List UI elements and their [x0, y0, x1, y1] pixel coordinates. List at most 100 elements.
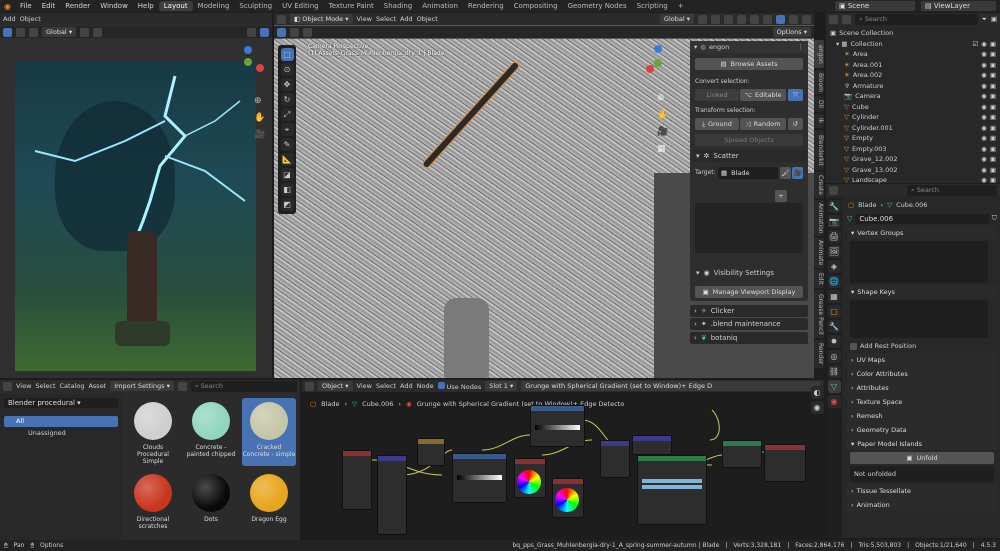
target-pick-icon[interactable]: 🖌: [780, 167, 791, 179]
shading-solid-icon[interactable]: [247, 27, 256, 37]
main-zoom-icon[interactable]: ⊕: [657, 93, 665, 103]
tab-edit[interactable]: Edit: [814, 270, 824, 288]
asset-tile[interactable]: Cracked Concrete - simple: [242, 398, 296, 466]
tool-props-icon[interactable]: 🔧: [827, 200, 841, 213]
node-gradient[interactable]: [417, 438, 445, 466]
asset-tile[interactable]: Clouds Procedural Simple: [126, 398, 180, 466]
properties-search[interactable]: ⌕ Search: [907, 184, 997, 196]
main-orientation-dropdown[interactable]: Global ▾: [659, 14, 694, 24]
blend-maintenance-header[interactable]: › ✦ .blend maintenance: [690, 318, 808, 330]
gizmo-toggle-icon[interactable]: [737, 14, 746, 24]
collection-check-icon[interactable]: ☑: [972, 40, 978, 48]
outliner-row[interactable]: ☀ Area.002 ◉ ▣: [826, 70, 1000, 81]
outliner-render-icon[interactable]: ▣: [990, 124, 996, 132]
outliner-eye-icon[interactable]: ◉: [981, 155, 987, 163]
asset-editor-icon[interactable]: [3, 381, 12, 391]
tab-scripting[interactable]: Scripting: [632, 1, 673, 11]
animation-section[interactable]: › Animation: [847, 498, 997, 511]
outliner-row[interactable]: ▽ Grave_13.002 ◉ ▣: [826, 165, 1000, 176]
add-workspace-button[interactable]: +: [673, 1, 689, 11]
main-gizmo-y-icon[interactable]: [654, 59, 662, 67]
asset-tile[interactable]: Dragon Egg: [242, 470, 296, 538]
main-snap-icon[interactable]: [698, 14, 707, 24]
botaniq-header[interactable]: › ❦ botaniq: [690, 332, 808, 344]
target-field[interactable]: ▦ Blade: [718, 167, 778, 179]
select-mode-icon[interactable]: [16, 27, 25, 37]
outliner-render-icon[interactable]: ▣: [990, 103, 996, 111]
extra-tool-icon[interactable]: ◧: [280, 183, 294, 196]
mode-dropdown[interactable]: ◧ Object Mode ▾: [290, 14, 353, 24]
tab-render-n[interactable]: Render: [814, 340, 824, 368]
vertex-groups-list[interactable]: [850, 241, 988, 283]
outliner-editor-icon[interactable]: [829, 14, 838, 24]
scene-collection-row[interactable]: ▣ Scene Collection: [826, 28, 1000, 39]
left-nav-gizmo[interactable]: [236, 46, 266, 86]
physics-props-icon[interactable]: ◎: [827, 350, 841, 363]
rest-position-checkbox[interactable]: [850, 342, 857, 350]
main-select-icon[interactable]: [277, 27, 286, 37]
browse-assets-button[interactable]: ▤ Browse Assets: [695, 58, 803, 70]
gizmo-x-icon[interactable]: [256, 64, 264, 72]
add-rest-position-row[interactable]: Add Rest Position: [844, 340, 1000, 352]
add-cube-tool-icon[interactable]: ◪: [280, 168, 294, 181]
outliner-eye-icon[interactable]: ◉: [981, 50, 987, 58]
outliner-eye-icon[interactable]: ◉: [981, 103, 987, 111]
outliner-eye-icon[interactable]: ◉: [981, 113, 987, 121]
scale-tool-icon[interactable]: ⤢: [280, 108, 294, 121]
tab-rendering[interactable]: Rendering: [463, 1, 509, 11]
main-select3-icon[interactable]: [303, 27, 312, 37]
main-menu-object[interactable]: Object: [417, 15, 438, 23]
asset-tile[interactable]: Directional scratches: [126, 470, 180, 538]
visibility-header[interactable]: ▾ ◉ Visibility Settings: [692, 267, 806, 279]
scatter-header[interactable]: ▾ ✲ Scatter: [692, 150, 806, 162]
snap-icon[interactable]: [80, 27, 90, 37]
left-object-menu[interactable]: Object: [20, 15, 41, 23]
collection-cam-icon[interactable]: ▣: [990, 40, 996, 48]
tab-animate[interactable]: Animate: [814, 238, 824, 268]
move-tool-icon[interactable]: ✥: [280, 78, 294, 91]
select-mode2-icon[interactable]: [29, 27, 38, 37]
spread-objects-button[interactable]: Spread Objects: [695, 134, 803, 146]
convert-toggle-icon[interactable]: ⤧: [788, 89, 803, 101]
main-proportional-icon[interactable]: [711, 14, 720, 24]
main-menu-select[interactable]: Select: [376, 15, 396, 23]
outliner-render-icon[interactable]: ▣: [990, 155, 996, 163]
outliner-row[interactable]: ▽ Cylinder.001 ◉ ▣: [826, 123, 1000, 134]
xray-icon[interactable]: [763, 14, 772, 24]
reset-transform-icon[interactable]: ↺: [788, 118, 803, 130]
asset-menu-catalog[interactable]: Catalog: [60, 382, 85, 390]
outliner-row[interactable]: ▽ Cylinder ◉ ▣: [826, 112, 1000, 123]
outliner-render-icon[interactable]: ▣: [990, 113, 996, 121]
scatter-list[interactable]: [695, 203, 803, 253]
main-menu-add[interactable]: Add: [400, 15, 413, 23]
color-attributes-section[interactable]: › Color Attributes: [847, 367, 997, 380]
menu-edit[interactable]: Edit: [37, 2, 61, 10]
outliner-row[interactable]: ▽ Empty ◉ ▣: [826, 133, 1000, 144]
engon-header[interactable]: ▾ ◍ engon ⋮: [690, 41, 808, 53]
rotate-tool-icon[interactable]: ↻: [280, 93, 294, 106]
outliner-render-icon[interactable]: ▣: [990, 71, 996, 79]
shading-solid-main-icon[interactable]: [776, 14, 785, 24]
viewlayer-selector[interactable]: ▤ ViewLayer: [921, 1, 996, 11]
tab-modeling[interactable]: Modeling: [193, 1, 235, 11]
shading-rendered-main-icon[interactable]: [802, 14, 811, 24]
tab-ik[interactable]: Ik: [814, 114, 824, 128]
linked-button[interactable]: Linked: [695, 89, 739, 101]
extra-tool2-icon[interactable]: ◩: [280, 198, 294, 211]
collection-props-icon[interactable]: ▦: [827, 290, 841, 303]
target-camera-icon[interactable]: 🎥: [792, 167, 803, 179]
geometry-data-section[interactable]: › Geometry Data: [847, 423, 997, 436]
main-camera-icon[interactable]: 🎥: [657, 127, 668, 137]
outliner-render-icon[interactable]: ▣: [990, 61, 996, 69]
main-nav-gizmo[interactable]: [646, 45, 676, 85]
collection-row[interactable]: ▾ ▦ Collection ☑ ◉ ▣: [826, 39, 1000, 50]
engon-menu-icon[interactable]: ⋮: [798, 43, 809, 51]
asset-menu-asset[interactable]: Asset: [88, 382, 106, 390]
node-mapping[interactable]: [377, 455, 407, 535]
outliner-row[interactable]: ♆ Armature ◉ ▣: [826, 81, 1000, 92]
tab-bloom[interactable]: Bloom: [814, 70, 824, 94]
catalog-all[interactable]: All: [4, 416, 118, 427]
scene-props-icon[interactable]: ◈: [827, 260, 841, 273]
options-dropdown[interactable]: Options ▾: [772, 27, 811, 37]
output-props-icon[interactable]: 🖨: [827, 230, 841, 243]
